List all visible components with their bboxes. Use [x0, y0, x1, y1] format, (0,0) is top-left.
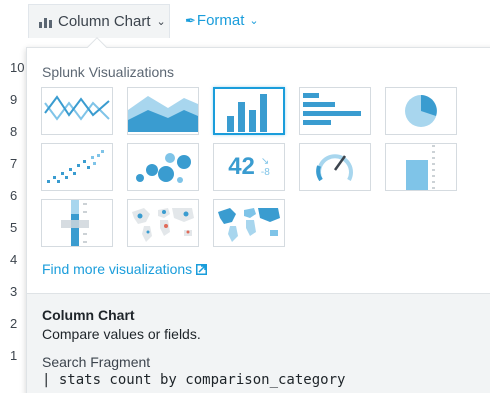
axis-tick-label: 2	[10, 316, 18, 331]
pie-chart-icon	[405, 95, 437, 127]
viz-tile-pie-chart[interactable]	[385, 87, 457, 135]
visualization-picker-label: Column Chart	[58, 13, 151, 30]
format-button[interactable]: ✒ Format ⌄	[185, 12, 259, 29]
viz-tile-column-chart[interactable]	[213, 87, 285, 135]
info-title: Column Chart	[42, 307, 135, 323]
area-chart-icon	[128, 96, 198, 132]
axis-tick-label: 7	[10, 156, 18, 171]
viz-tile-choropleth-map[interactable]	[213, 199, 285, 247]
viz-tile-scatter-chart[interactable]	[41, 143, 113, 191]
external-link-icon	[196, 263, 208, 275]
panel-title: Splunk Visualizations	[42, 64, 175, 80]
viz-tile-bar-chart[interactable]	[299, 87, 371, 135]
find-more-visualizations-link[interactable]: Find more visualizations	[42, 261, 208, 277]
radial-gauge-icon	[316, 154, 353, 182]
axis-tick-label: 9	[10, 92, 18, 107]
axis-tick-label: 1	[10, 348, 18, 363]
format-label: Format	[196, 12, 245, 29]
column-chart-icon	[227, 94, 267, 132]
visualization-picker-button[interactable]: Column Chart ⌄	[28, 4, 170, 38]
single-value-delta: -8	[260, 167, 270, 178]
viz-tile-cluster-map[interactable]	[127, 199, 199, 247]
axis-tick-label: 10	[10, 60, 25, 75]
visualization-picker-panel: Splunk Visualizations 42 ↘ -8 Find more …	[26, 47, 490, 393]
horizontal-bar-chart-icon	[303, 93, 361, 125]
viz-tile-radial-gauge[interactable]	[299, 143, 371, 191]
axis-tick-label: 5	[10, 220, 18, 235]
find-more-label: Find more visualizations	[42, 261, 193, 277]
chevron-down-icon: ⌄	[249, 15, 259, 27]
bubble-chart-icon	[136, 153, 191, 183]
filler-gauge-icon	[406, 145, 435, 190]
info-description: Compare values or fields.	[42, 326, 201, 342]
axis-tick-label: 4	[10, 252, 18, 267]
marker-gauge-icon	[61, 200, 89, 246]
viz-tile-filler-gauge[interactable]	[385, 143, 457, 191]
search-fragment-code: | stats count by comparison_category	[42, 372, 346, 388]
background-chart-axis: 10 9 8 7 6 5 4 3 2 1	[0, 60, 24, 390]
axis-tick-label: 6	[10, 188, 18, 203]
choropleth-map-icon	[218, 208, 280, 242]
bar-chart-icon	[39, 17, 52, 28]
viz-tile-bubble-chart[interactable]	[127, 143, 199, 191]
viz-tile-area-chart[interactable]	[127, 87, 199, 135]
trend-down-icon: ↘	[260, 156, 270, 167]
search-fragment-label: Search Fragment	[42, 354, 151, 370]
viz-tile-single-value[interactable]: 42 ↘ -8	[213, 143, 285, 191]
axis-tick-label: 3	[10, 284, 18, 299]
cluster-map-icon	[132, 208, 194, 242]
chevron-down-icon: ⌄	[156, 16, 166, 28]
viz-tile-marker-gauge[interactable]	[41, 199, 113, 247]
viz-toolbar: Column Chart ⌄ ✒ Format ⌄	[0, 0, 490, 44]
viz-tile-line-chart[interactable]	[41, 87, 113, 135]
pencil-icon: ✒	[185, 12, 196, 28]
line-chart-icon	[44, 95, 110, 121]
axis-tick-label: 8	[10, 124, 18, 139]
scatter-chart-icon	[47, 150, 104, 183]
visualization-info: Column Chart Compare values or fields. S…	[27, 293, 490, 393]
single-value-number: 42	[228, 153, 255, 180]
